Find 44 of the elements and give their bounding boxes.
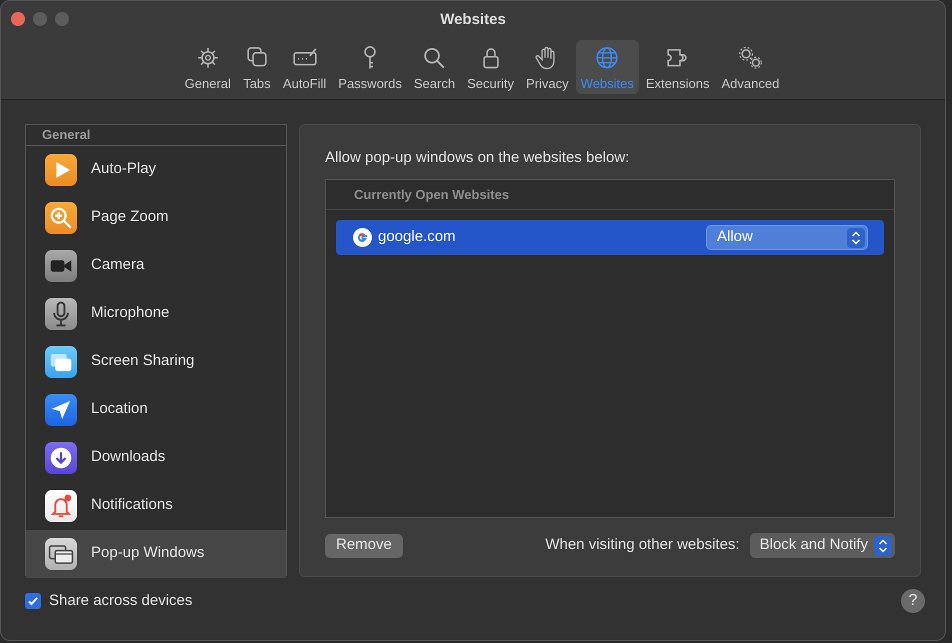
sidebar-header: General <box>42 126 90 144</box>
share-checkbox[interactable] <box>25 593 41 609</box>
toolbar-tab[interactable]: Extensions <box>640 40 714 94</box>
stepper-arrows-icon <box>874 536 892 556</box>
other-websites-label: When visiting other websites: <box>545 535 740 556</box>
window-title: Websites <box>440 10 506 30</box>
windows-icon <box>45 346 77 378</box>
stepper-arrows-icon <box>847 228 865 248</box>
panel-heading: Allow pop-up windows on the websites below: <box>325 149 630 167</box>
sidebar-item[interactable]: Microphone <box>26 290 286 338</box>
toolbar-tab[interactable]: Search <box>408 40 460 94</box>
g-logo-icon <box>353 228 372 247</box>
toolbar-tab[interactable]: Security <box>462 40 520 94</box>
permission-popup[interactable]: Allow <box>706 225 868 250</box>
sidebar-item[interactable]: Page Zoom <box>26 194 286 242</box>
sidebar-item[interactable]: Notifications <box>26 482 286 530</box>
toolbar-tab[interactable]: Passwords <box>333 40 407 94</box>
help-button[interactable]: ? <box>901 589 925 613</box>
sidebar-item[interactable]: Downloads <box>26 434 286 482</box>
toolbar-tab[interactable]: Tabs <box>238 40 276 94</box>
sidebar-item[interactable]: Auto-Play <box>26 146 286 194</box>
sidebar-item[interactable]: Location <box>26 386 286 434</box>
video-camera-icon <box>45 250 77 282</box>
download-icon <box>45 442 77 474</box>
sidebar-item[interactable]: Screen Sharing <box>26 338 286 386</box>
bell-icon <box>45 490 77 522</box>
column-header: Currently Open Websites <box>354 186 510 204</box>
share-label: Share across devices <box>49 590 192 611</box>
play-icon <box>45 154 77 186</box>
magnifier-plus-icon <box>45 202 77 234</box>
remove-button[interactable]: Remove <box>325 534 403 558</box>
sidebar-item[interactable]: Camera <box>26 242 286 290</box>
close-button[interactable] <box>11 12 25 26</box>
sidebar-item[interactable]: Pop-up Windows <box>26 530 286 578</box>
toolbar-tab[interactable]: AutoFill <box>278 40 332 94</box>
toolbar-tab[interactable]: Advanced <box>716 40 784 94</box>
other-websites-popup[interactable]: Block and Notify <box>750 533 895 558</box>
website-row[interactable]: google.com Allow <box>336 220 884 255</box>
popup-windows-icon <box>45 538 77 570</box>
checkmark-icon <box>27 595 39 607</box>
microphone-icon <box>45 298 77 330</box>
toolbar-tab[interactable]: General <box>180 40 236 94</box>
website-name: google.com <box>378 227 456 248</box>
toolbar-tab[interactable]: Privacy <box>521 40 574 94</box>
